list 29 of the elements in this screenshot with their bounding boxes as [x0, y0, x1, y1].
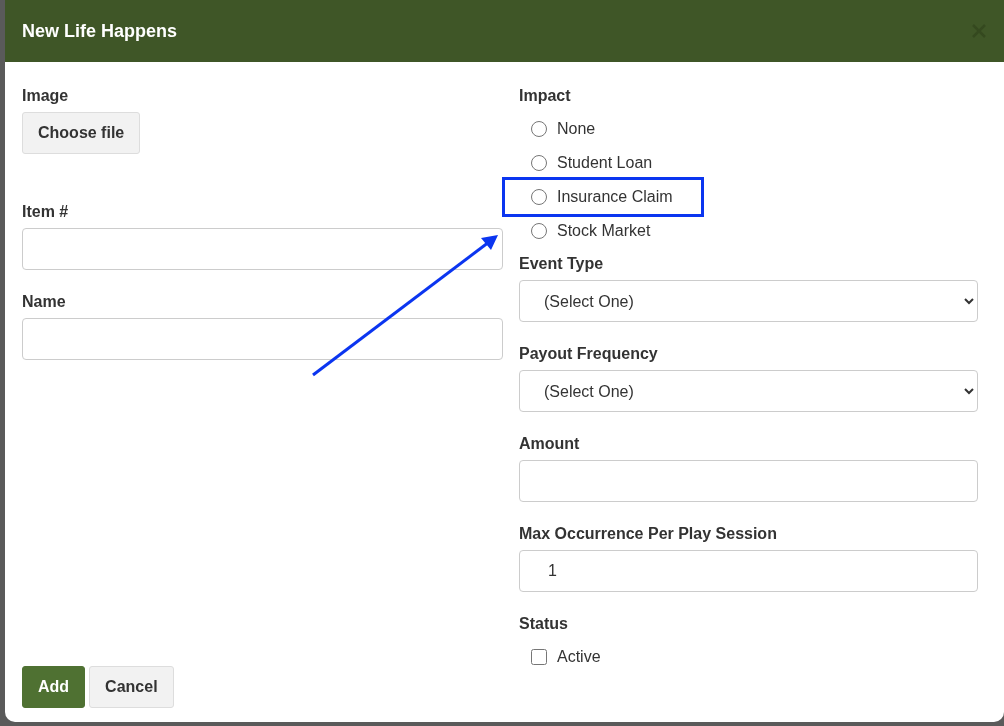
choose-file-button[interactable]: Choose file: [22, 112, 141, 154]
cancel-button[interactable]: Cancel: [89, 666, 174, 708]
field-label: Item #: [22, 202, 70, 222]
field-label: Image: [22, 86, 70, 106]
radio-button[interactable]: [531, 155, 547, 171]
add-button[interactable]: Add: [22, 666, 86, 708]
radio-button[interactable]: [531, 189, 547, 205]
dialog-title: New Life Happens: [22, 19, 178, 43]
radio-button[interactable]: [531, 121, 547, 137]
field-label: Name: [22, 292, 67, 312]
text-field[interactable]: [22, 318, 503, 360]
field-label: Amount: [519, 434, 581, 454]
radio-button[interactable]: [531, 223, 547, 239]
select-dropdown[interactable]: (Select One): [519, 370, 978, 412]
text-field[interactable]: 1: [519, 550, 978, 592]
text-field[interactable]: [519, 460, 978, 502]
field-label: Payout Frequency: [519, 344, 659, 364]
radio-option[interactable]: Student Loan: [519, 146, 653, 180]
field-label: Impact: [519, 86, 572, 106]
text-field[interactable]: [22, 228, 503, 270]
field-label: Max Occurrence Per Play Session: [519, 524, 778, 544]
checkbox-option[interactable]: Active: [519, 640, 601, 674]
radio-option[interactable]: Insurance Claim: [505, 180, 701, 214]
select-dropdown[interactable]: (Select One): [519, 280, 978, 322]
checkbox[interactable]: [531, 649, 547, 665]
radio-option[interactable]: Stock Market: [519, 214, 651, 248]
field-label: Event Type: [519, 254, 605, 274]
field-label: Status: [519, 614, 569, 634]
radio-option[interactable]: None: [519, 112, 596, 146]
